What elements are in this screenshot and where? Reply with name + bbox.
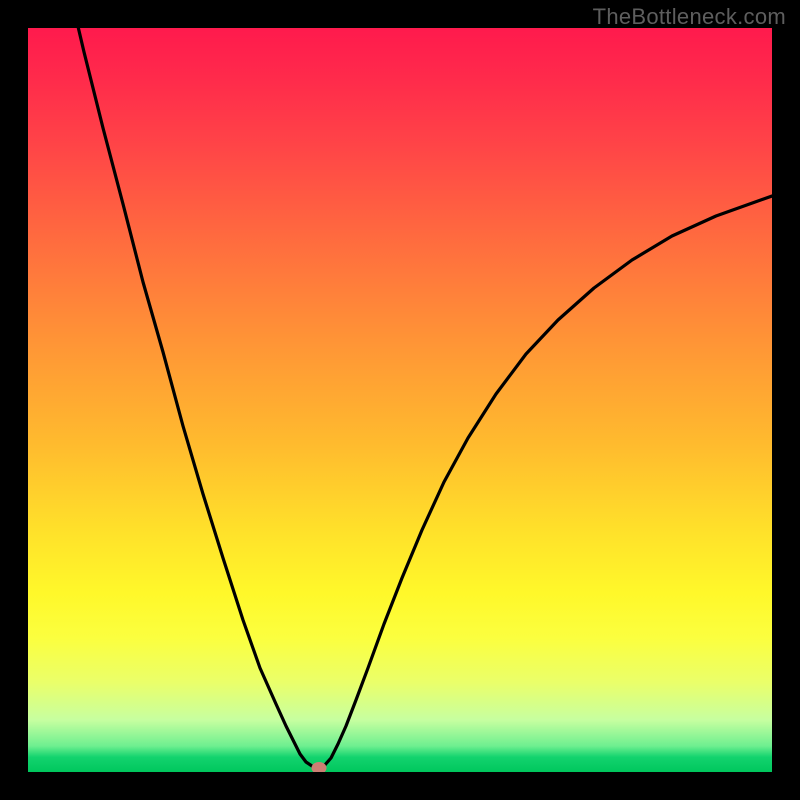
watermark-text: TheBottleneck.com (593, 4, 786, 30)
curve-path (76, 28, 772, 768)
chart-frame: TheBottleneck.com (0, 0, 800, 800)
optimum-marker (312, 762, 327, 772)
plot-area (28, 28, 772, 772)
bottleneck-curve (28, 28, 772, 772)
